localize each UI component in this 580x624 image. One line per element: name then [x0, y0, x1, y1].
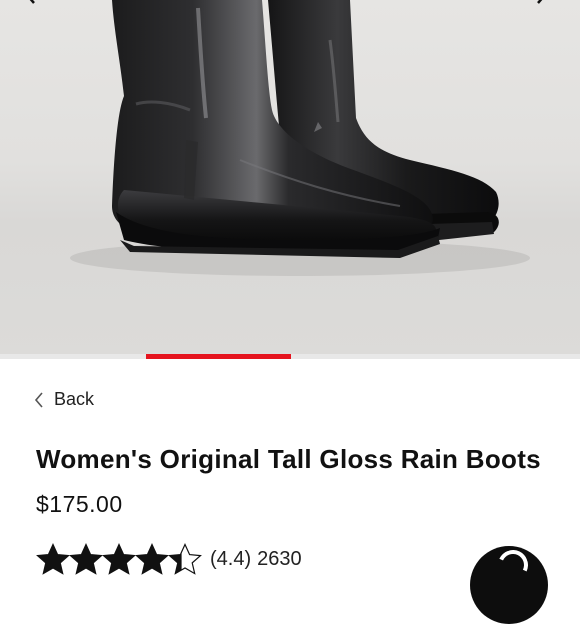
- chevron-right-icon: [537, 0, 543, 4]
- product-price: $175.00: [36, 491, 123, 517]
- product-image-gallery[interactable]: [0, 0, 580, 358]
- next-image-button[interactable]: [532, 0, 560, 14]
- review-count: 2630: [257, 547, 302, 570]
- product-rating[interactable]: (4.4) 2630: [36, 543, 302, 575]
- star-icon: [36, 543, 70, 575]
- gallery-progress-bar: [0, 354, 580, 359]
- help-chat-button[interactable]: [470, 545, 548, 624]
- chevron-left-icon: [34, 391, 44, 408]
- back-button[interactable]: Back: [34, 389, 94, 410]
- product-title: Women's Original Tall Gloss Rain Boots: [36, 444, 541, 474]
- product-image: [70, 0, 530, 276]
- star-icon: [168, 543, 202, 575]
- chevron-left-icon: [29, 0, 35, 4]
- rating-value: (4.4): [210, 547, 252, 570]
- gallery-progress-indicator: [146, 354, 291, 359]
- help-icon: [493, 545, 533, 585]
- star-icon: [102, 543, 136, 575]
- previous-image-button[interactable]: [22, 0, 50, 14]
- star-icon: [135, 543, 169, 575]
- star-icon: [69, 543, 103, 575]
- star-rating: [36, 543, 202, 575]
- back-label: Back: [54, 389, 95, 409]
